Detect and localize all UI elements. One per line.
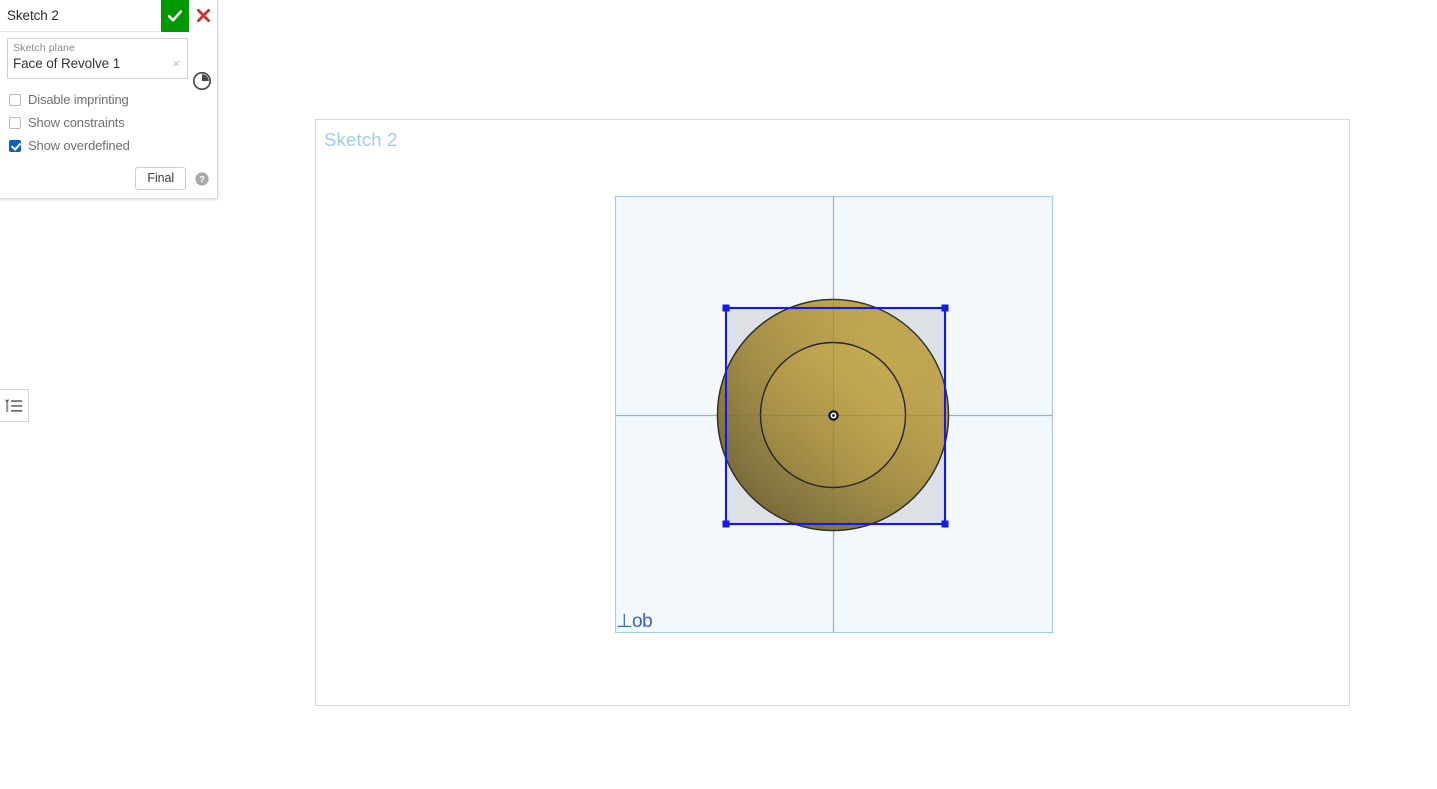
dialog-body: Sketch plane Face of Revolve 1 × Disable… <box>0 32 217 157</box>
handle-bottom-right[interactable] <box>941 520 949 528</box>
accept-button[interactable] <box>161 0 189 32</box>
feature-list-icon <box>5 398 23 412</box>
sketch-plane-field[interactable]: Sketch plane Face of Revolve 1 × <box>7 38 188 79</box>
sketch-plane-label: Sketch plane <box>13 42 75 54</box>
checkbox-row-disable-imprinting[interactable]: Disable imprinting <box>9 88 210 111</box>
checkbox-row-show-constraints[interactable]: Show constraints <box>9 111 210 134</box>
checkbox-row-show-overdefined[interactable]: Show overdefined <box>9 134 210 157</box>
options-checkbox-list: Disable imprinting Show constraints Show… <box>7 88 210 157</box>
checkbox-show-overdefined[interactable] <box>9 139 21 152</box>
sketch-canvas[interactable] <box>316 120 1351 707</box>
clear-field-icon[interactable]: × <box>172 57 182 71</box>
handle-top-right[interactable] <box>941 304 949 312</box>
handle-top-left[interactable] <box>722 304 730 312</box>
sketch-stage[interactable] <box>316 120 1351 707</box>
sketch-plane-value: Face of Revolve 1 <box>13 56 121 71</box>
dialog-footer: Final ? <box>0 167 217 190</box>
handle-bottom-left[interactable] <box>722 520 730 528</box>
checkbox-show-constraints[interactable] <box>9 116 21 129</box>
clock-history-icon[interactable] <box>191 70 213 92</box>
dialog-header: Sketch 2 <box>0 0 217 32</box>
close-icon <box>196 8 210 23</box>
feature-list-toggle[interactable] <box>0 389 29 422</box>
app-root: Sketch 2 Sketch plane Face of Revolve 1 … <box>0 0 1437 789</box>
constraint-indicator[interactable]: ⊥ob <box>616 612 653 632</box>
sketch-viewport[interactable]: Sketch 2 ⊥ob <box>315 119 1350 706</box>
checkbox-label-disable-imprinting: Disable imprinting <box>28 92 129 107</box>
final-button[interactable]: Final <box>135 167 186 190</box>
sketch-plane-value-row: Face of Revolve 1 × <box>13 54 182 74</box>
check-icon <box>167 9 183 21</box>
checkbox-disable-imprinting[interactable] <box>9 93 21 106</box>
svg-text:?: ? <box>199 174 205 184</box>
origin-point[interactable] <box>828 410 839 421</box>
cancel-button[interactable] <box>189 0 217 32</box>
sketch-dialog: Sketch 2 Sketch plane Face of Revolve 1 … <box>0 0 218 199</box>
checkbox-label-show-overdefined: Show overdefined <box>28 138 130 153</box>
dialog-title: Sketch 2 <box>7 8 59 23</box>
checkbox-label-show-constraints: Show constraints <box>28 115 125 130</box>
help-question-icon[interactable]: ? <box>195 171 209 186</box>
